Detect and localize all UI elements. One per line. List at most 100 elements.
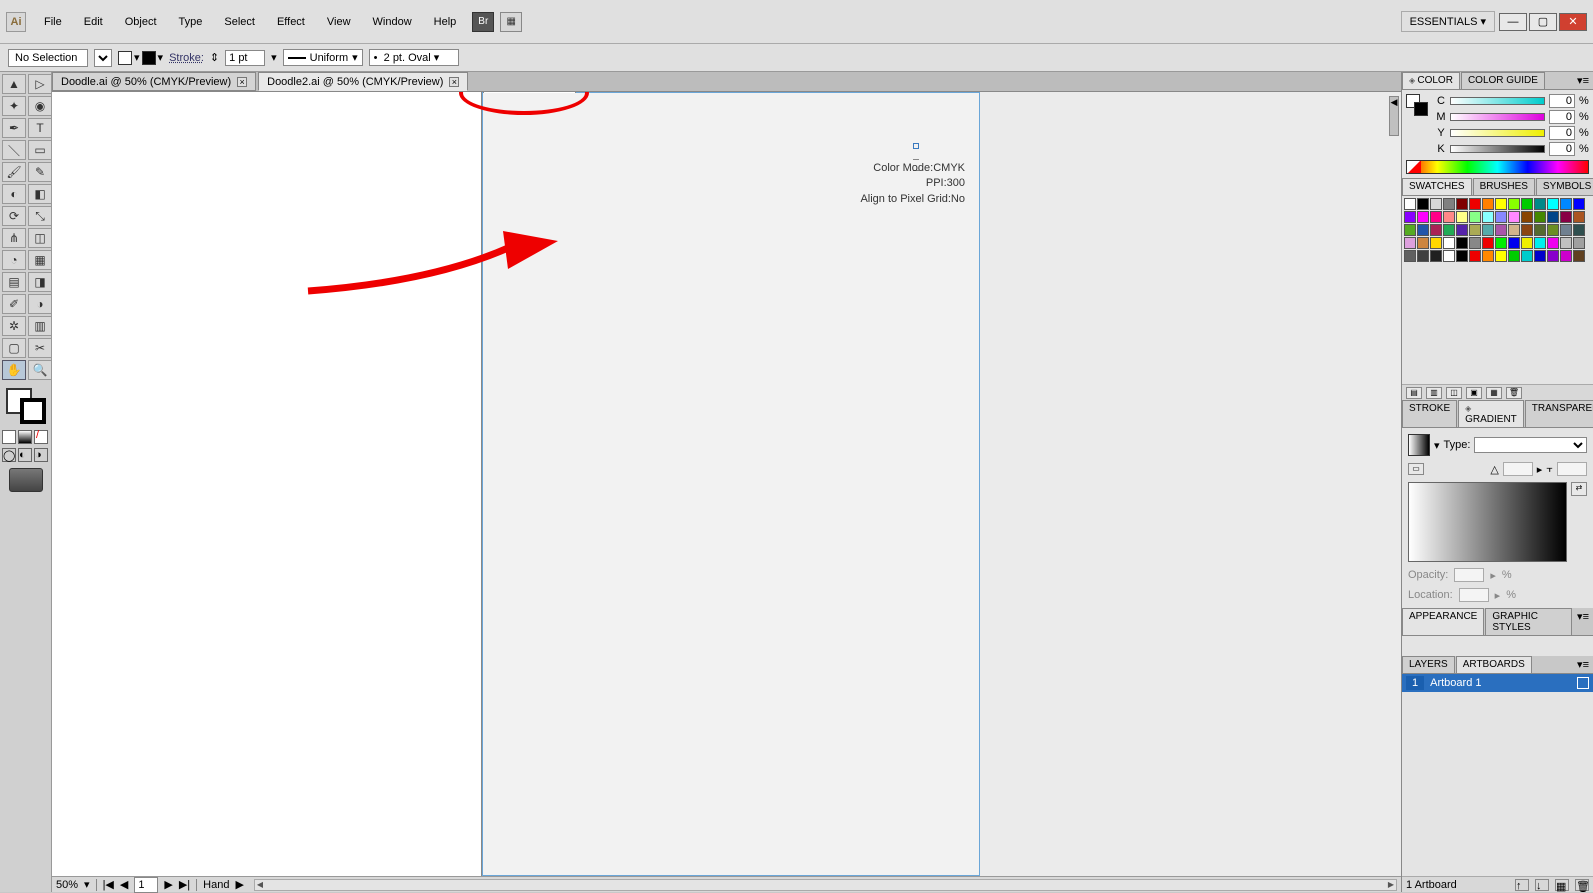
document-tab-1[interactable]: Doodle.ai @ 50% (CMYK/Preview) × — [52, 72, 256, 91]
delete-artboard-icon[interactable]: 🗑 — [1575, 879, 1589, 891]
mesh-tool[interactable]: ▤ — [2, 272, 26, 292]
swatch-57[interactable] — [1417, 250, 1429, 262]
swatch-options-icon[interactable]: ◫ — [1446, 387, 1462, 399]
line-tool[interactable]: ＼ — [2, 140, 26, 160]
direct-selection-tool[interactable]: ▷ — [28, 74, 52, 94]
menu-window[interactable]: Window — [363, 12, 422, 32]
swatch-kinds-icon[interactable]: ▥ — [1426, 387, 1442, 399]
gradient-stroke-icon[interactable]: ▭ — [1408, 463, 1424, 475]
type-tool[interactable]: T — [28, 118, 52, 138]
selection-tool[interactable]: ▲ — [2, 74, 26, 94]
shape-builder-tool[interactable]: ◔ — [2, 250, 26, 270]
close-tab-2-icon[interactable]: × — [449, 77, 459, 87]
window-close[interactable]: ✕ — [1559, 13, 1587, 31]
draw-behind[interactable]: ◐ — [18, 448, 32, 462]
menu-effect[interactable]: Effect — [267, 12, 315, 32]
swatch-2[interactable] — [1430, 198, 1442, 210]
stroke-weight-dropdown-icon[interactable]: ▾ — [271, 51, 277, 64]
free-transform-tool[interactable]: ◫ — [28, 228, 52, 248]
nav-first-icon[interactable]: |◀ — [103, 878, 114, 891]
eraser-tool[interactable]: ◧ — [28, 184, 52, 204]
tab-color-guide[interactable]: COLOR GUIDE — [1461, 72, 1545, 89]
color-fillstroke[interactable] — [1406, 94, 1428, 116]
m-value[interactable] — [1549, 110, 1575, 124]
status-zoom[interactable]: 50% — [56, 879, 78, 891]
tab-layers[interactable]: LAYERS — [1402, 656, 1455, 673]
horizontal-scrollbar[interactable] — [254, 879, 1397, 891]
swatch-37[interactable] — [1521, 224, 1533, 236]
swatch-7[interactable] — [1495, 198, 1507, 210]
zoom-tool[interactable]: 🔍 — [28, 360, 52, 380]
swatch-51[interactable] — [1521, 237, 1533, 249]
color-mode-normal[interactable] — [2, 430, 16, 444]
swatch-9[interactable] — [1521, 198, 1533, 210]
appearance-menu-icon[interactable]: ▾≡ — [1573, 608, 1593, 635]
swatch-29[interactable] — [1417, 224, 1429, 236]
swatch-67[interactable] — [1547, 250, 1559, 262]
swatch-65[interactable] — [1521, 250, 1533, 262]
gradient-preview[interactable] — [1408, 434, 1430, 456]
nav-next-icon[interactable]: ▶ — [164, 878, 172, 891]
k-value[interactable] — [1549, 142, 1575, 156]
canvas[interactable]: New Document Color Mode:CMYK PPI:300 Ali… — [52, 92, 1401, 876]
swatch-8[interactable] — [1508, 198, 1520, 210]
swatch-35[interactable] — [1495, 224, 1507, 236]
swatch-47[interactable] — [1469, 237, 1481, 249]
workspace-switcher[interactable]: ESSENTIALS ▾ — [1401, 11, 1495, 32]
draw-normal[interactable]: ◯ — [2, 448, 16, 462]
rectangle-tool[interactable]: ▭ — [28, 140, 52, 160]
swatch-44[interactable] — [1430, 237, 1442, 249]
gradient-aspect-input[interactable] — [1557, 462, 1587, 476]
swatch-66[interactable] — [1534, 250, 1546, 262]
swatch-42[interactable] — [1404, 237, 1416, 249]
panel-collapse-arrow[interactable]: ◀ — [1389, 96, 1399, 136]
swatch-41[interactable] — [1573, 224, 1585, 236]
k-slider[interactable] — [1450, 145, 1545, 153]
swatch-13[interactable] — [1573, 198, 1585, 210]
fill-indicator[interactable] — [118, 51, 132, 65]
swatch-19[interactable] — [1469, 211, 1481, 223]
delete-swatch-icon[interactable]: 🗑 — [1506, 387, 1522, 399]
width-tool[interactable]: ⋔ — [2, 228, 26, 248]
fill-stroke-control[interactable] — [6, 388, 46, 424]
swatch-12[interactable] — [1560, 198, 1572, 210]
tab-symbols[interactable]: SYMBOLS — [1536, 178, 1593, 195]
swatch-61[interactable] — [1469, 250, 1481, 262]
menu-file[interactable]: File — [34, 12, 72, 32]
swatch-18[interactable] — [1456, 211, 1468, 223]
c-value[interactable] — [1549, 94, 1575, 108]
gradient-angle-input[interactable] — [1503, 462, 1533, 476]
eyedropper-tool[interactable]: ✐ — [2, 294, 26, 314]
swatch-17[interactable] — [1443, 211, 1455, 223]
new-color-group-icon[interactable]: ▣ — [1466, 387, 1482, 399]
selection-dropdown[interactable] — [94, 49, 112, 67]
rotate-tool[interactable]: ⟳ — [2, 206, 26, 226]
nav-prev-icon[interactable]: ◀ — [120, 878, 128, 891]
perspective-grid-tool[interactable]: ▦ — [28, 250, 52, 270]
column-graph-tool[interactable]: ▥ — [28, 316, 52, 336]
reverse-gradient-icon[interactable]: ⇄ — [1571, 482, 1587, 496]
m-slider[interactable] — [1450, 113, 1545, 121]
swatch-30[interactable] — [1430, 224, 1442, 236]
screen-mode-button[interactable] — [9, 468, 43, 492]
swatch-64[interactable] — [1508, 250, 1520, 262]
swatch-60[interactable] — [1456, 250, 1468, 262]
menu-edit[interactable]: Edit — [74, 12, 113, 32]
move-down-icon[interactable]: ↓ — [1535, 879, 1549, 891]
document-tab-2[interactable]: Doodle2.ai @ 50% (CMYK/Preview) × — [258, 72, 468, 91]
blend-tool[interactable]: ◑ — [28, 294, 52, 314]
swatch-59[interactable] — [1443, 250, 1455, 262]
tab-graphic-styles[interactable]: GRAPHIC STYLES — [1485, 608, 1572, 635]
gradient-tool[interactable]: ◨ — [28, 272, 52, 292]
swatch-libraries-icon[interactable]: ▤ — [1406, 387, 1422, 399]
swatch-10[interactable] — [1534, 198, 1546, 210]
swatch-23[interactable] — [1521, 211, 1533, 223]
stroke-indicator[interactable] — [142, 51, 156, 65]
menu-object[interactable]: Object — [115, 12, 167, 32]
gradient-type-select[interactable] — [1474, 437, 1587, 453]
swatch-20[interactable] — [1482, 211, 1494, 223]
swatch-52[interactable] — [1534, 237, 1546, 249]
swatch-40[interactable] — [1560, 224, 1572, 236]
location-input[interactable] — [1459, 588, 1489, 602]
status-page[interactable] — [134, 877, 158, 893]
